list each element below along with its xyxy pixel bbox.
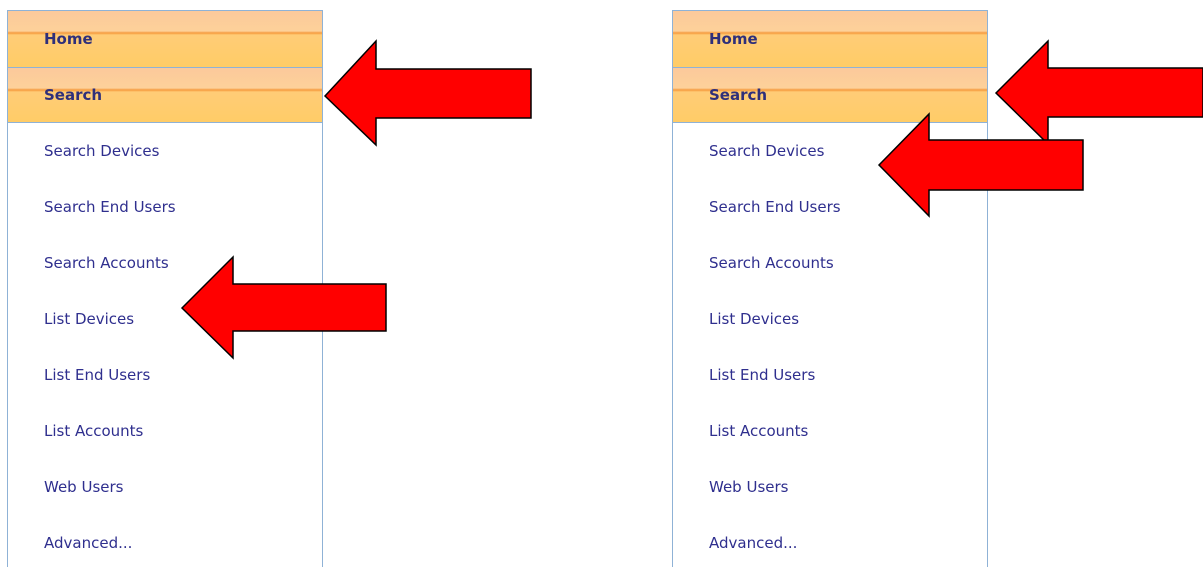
menu-item-label[interactable]: List Devices (709, 310, 799, 328)
arrow-left-search (323, 39, 532, 147)
menu-item-list-end-users[interactable]: List End Users (8, 347, 322, 403)
right-nav-menu: Home Search Search Devices Search End Us… (672, 10, 988, 567)
menu-item-advanced[interactable]: Advanced... (673, 515, 987, 571)
menu-item-list-accounts[interactable]: List Accounts (8, 403, 322, 459)
menu-item-label[interactable]: List End Users (709, 366, 815, 384)
menu-header-label: Search (709, 86, 768, 104)
menu-item-label[interactable]: Web Users (709, 478, 788, 496)
menu-header-search[interactable]: Search (8, 67, 322, 123)
arrow-right-search (994, 39, 1203, 146)
menu-item-label[interactable]: Advanced... (709, 534, 797, 552)
menu-header-home[interactable]: Home (8, 10, 322, 67)
menu-item-list-accounts[interactable]: List Accounts (673, 403, 987, 459)
menu-item-web-users[interactable]: Web Users (8, 459, 322, 515)
menu-item-label[interactable]: Search Devices (44, 142, 159, 160)
menu-item-label[interactable]: List Accounts (709, 422, 808, 440)
menu-item-search-devices[interactable]: Search Devices (8, 123, 322, 179)
menu-item-label[interactable]: Search End Users (44, 198, 176, 216)
menu-item-label[interactable]: Search End Users (709, 198, 841, 216)
menu-item-search-accounts[interactable]: Search Accounts (8, 235, 322, 291)
menu-header-search[interactable]: Search (673, 67, 987, 123)
menu-item-label[interactable]: List Devices (44, 310, 134, 328)
left-nav-menu: Home Search Search Devices Search End Us… (7, 10, 323, 567)
menu-item-label[interactable]: List End Users (44, 366, 150, 384)
menu-item-label[interactable]: Search Accounts (709, 254, 834, 272)
menu-header-label: Search (44, 86, 103, 104)
menu-item-search-devices[interactable]: Search Devices (673, 123, 987, 179)
menu-item-list-end-users[interactable]: List End Users (673, 347, 987, 403)
menu-header-label: Home (709, 30, 758, 48)
menu-item-label[interactable]: Web Users (44, 478, 123, 496)
menu-header-home[interactable]: Home (673, 10, 987, 67)
menu-item-label[interactable]: List Accounts (44, 422, 143, 440)
menu-item-list-devices[interactable]: List Devices (673, 291, 987, 347)
menu-item-label[interactable]: Advanced... (44, 534, 132, 552)
menu-item-search-end-users[interactable]: Search End Users (673, 179, 987, 235)
menu-header-label: Home (44, 30, 93, 48)
menu-item-web-users[interactable]: Web Users (673, 459, 987, 515)
menu-item-advanced[interactable]: Advanced... (8, 515, 322, 571)
menu-item-search-end-users[interactable]: Search End Users (8, 179, 322, 235)
menu-item-label[interactable]: Search Accounts (44, 254, 169, 272)
menu-item-list-devices[interactable]: List Devices (8, 291, 322, 347)
menu-item-search-accounts[interactable]: Search Accounts (673, 235, 987, 291)
menu-item-label[interactable]: Search Devices (709, 142, 824, 160)
